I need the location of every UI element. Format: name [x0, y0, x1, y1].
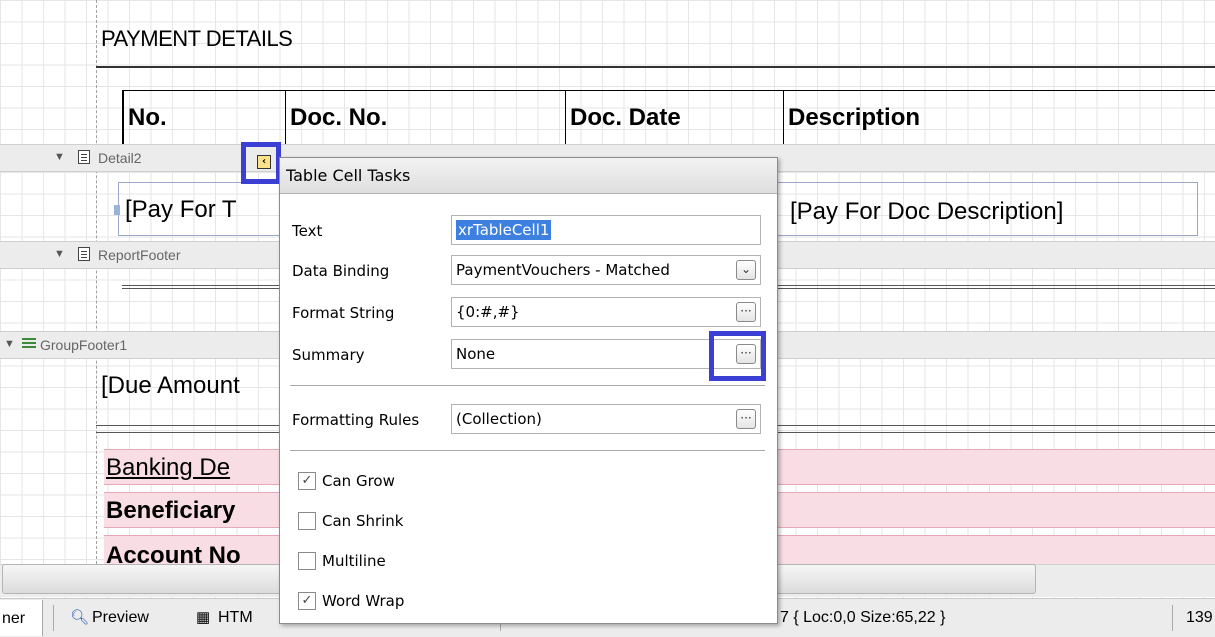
data-binding-value: PaymentVouchers - Matched: [456, 261, 670, 279]
can-grow-label: Can Grow: [322, 472, 395, 490]
collapse-triangle-icon[interactable]: ▼: [54, 248, 65, 260]
chevron-down-icon[interactable]: ⌄: [736, 260, 756, 280]
column-header-doc-date[interactable]: Doc. Date: [566, 91, 784, 145]
popup-separator: [290, 450, 765, 452]
html-view-icon: ▦: [196, 609, 211, 626]
collapse-triangle-icon[interactable]: ▼: [54, 151, 65, 163]
formatting-rules-value: (Collection): [456, 410, 542, 428]
column-header-no[interactable]: No.: [124, 91, 286, 145]
preview-tab[interactable]: Preview: [92, 609, 149, 627]
summary-label: Summary: [292, 346, 365, 364]
payment-details-title[interactable]: PAYMENT DETAILS: [101, 26, 293, 52]
text-field[interactable]: xrTableCell1: [451, 215, 761, 245]
format-string-value: {0:#,#}: [456, 303, 520, 321]
group-footer-band-icon: [22, 338, 36, 340]
due-amount-field[interactable]: [Due Amount: [101, 372, 240, 400]
html-view-tab[interactable]: HTM: [218, 609, 253, 627]
band-label-report-footer: ReportFooter: [98, 247, 181, 263]
preview-tab-icon: 🔍︎: [70, 609, 90, 626]
selection-info: 7 { Loc:0,0 Size:65,22 }: [780, 609, 946, 626]
status-separator: [1172, 605, 1173, 631]
can-shrink-checkbox[interactable]: [298, 512, 316, 530]
multiline-checkbox[interactable]: [298, 552, 316, 570]
account-no-label: Account No: [106, 542, 241, 565]
column-header-doc-no[interactable]: Doc. No.: [286, 91, 566, 145]
chevron-left-icon[interactable]: ‹: [257, 155, 271, 169]
payment-table-header[interactable]: No. Doc. No. Doc. Date Description: [122, 90, 1215, 145]
zoom-level[interactable]: 139: [1186, 609, 1213, 627]
format-string-field[interactable]: {0:#,#} ···: [451, 297, 761, 327]
text-label: Text: [292, 222, 323, 240]
formatting-rules-field[interactable]: (Collection) ···: [451, 404, 761, 434]
banking-details-title: Banking De: [106, 454, 231, 481]
data-binding-dropdown[interactable]: PaymentVouchers - Matched ⌄: [451, 255, 761, 285]
word-wrap-label: Word Wrap: [322, 592, 405, 610]
popup-separator: [290, 385, 765, 387]
summary-ellipsis-highlight: [709, 331, 766, 381]
formatting-rules-label: Formatting Rules: [292, 411, 420, 429]
format-string-label: Format String: [292, 304, 395, 322]
ellipsis-icon[interactable]: ···: [736, 302, 756, 322]
can-grow-checkbox[interactable]: ✓: [298, 472, 316, 490]
word-wrap-checkbox[interactable]: ✓: [298, 592, 316, 610]
detail-band-icon: [78, 150, 90, 164]
status-separator: [53, 605, 54, 631]
band-label-group-footer1: GroupFooter1: [40, 337, 128, 353]
multiline-label: Multiline: [322, 552, 386, 570]
can-shrink-label: Can Shrink: [322, 512, 404, 530]
ellipsis-icon[interactable]: ···: [736, 409, 756, 429]
summary-value: None: [456, 345, 496, 363]
designer-tab-label: ner: [2, 610, 26, 627]
column-header-description[interactable]: Description: [784, 91, 1204, 145]
row-handle[interactable]: [114, 205, 120, 215]
collapse-triangle-icon[interactable]: ▼: [4, 338, 15, 350]
cell-pay-for-description[interactable]: [Pay For Doc Description]: [790, 198, 1063, 226]
report-footer-band-icon: [78, 247, 90, 261]
cell-pay-for[interactable]: [Pay For T: [125, 196, 237, 224]
popup-title: Table Cell Tasks: [280, 158, 777, 194]
designer-tab[interactable]: ner: [0, 600, 43, 636]
table-cell-tasks-popup: Table Cell Tasks Text xrTableCell1 Data …: [279, 157, 778, 624]
beneficiary-label: Beneficiary: [106, 497, 236, 524]
payment-details-rule: [96, 66, 1215, 68]
data-binding-label: Data Binding: [292, 262, 390, 280]
text-field-value: xrTableCell1: [456, 220, 552, 240]
band-label-detail2: Detail2: [98, 150, 142, 166]
left-margin-line: [96, 0, 97, 564]
